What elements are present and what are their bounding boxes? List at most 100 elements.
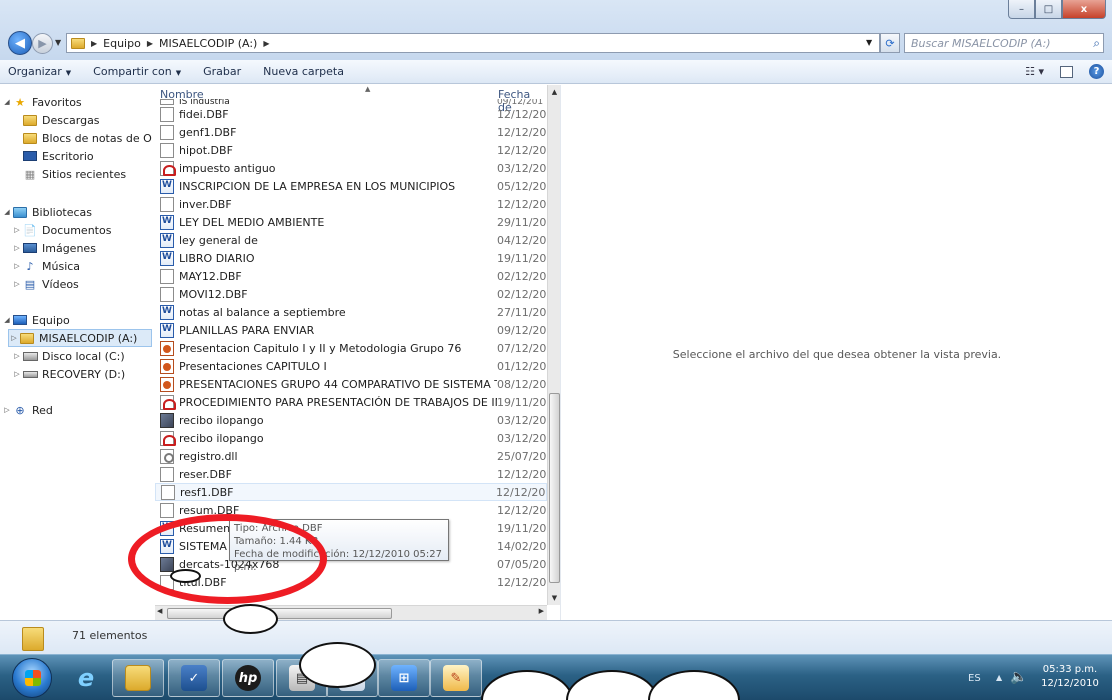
minimize-button[interactable]: –: [1008, 0, 1035, 19]
table-row[interactable]: registro.dll 25/07/200: [155, 447, 547, 465]
table-row[interactable]: Presentacion Capitulo I y II y Metodolog…: [155, 339, 547, 357]
nav-label: Sitios recientes: [42, 167, 127, 181]
search-icon[interactable]: ⌕: [1093, 36, 1100, 51]
table-row[interactable]: PLANILLAS PARA ENVIAR 09/12/201: [155, 321, 547, 339]
scroll-down-icon[interactable]: ▼: [548, 591, 560, 605]
table-row[interactable]: hipot.DBF 12/12/201: [155, 141, 547, 159]
preview-pane-icon[interactable]: [1060, 65, 1073, 78]
back-button[interactable]: ◀: [8, 31, 32, 55]
table-row[interactable]: MOVI12.DBF 02/12/201: [155, 285, 547, 303]
horizontal-scroll-thumb[interactable]: [167, 608, 392, 619]
table-row[interactable]: fidei.DBF 12/12/201: [155, 105, 547, 123]
burn-button[interactable]: Grabar: [203, 65, 241, 78]
nav-videos[interactable]: ▷ ▤ Vídeos: [12, 275, 79, 293]
volume-icon[interactable]: 🔈: [1010, 669, 1027, 685]
table-row[interactable]: ley general de 04/12/201: [155, 231, 547, 249]
table-row[interactable]: recibo ilopango 03/12/201: [155, 429, 547, 447]
table-row[interactable]: inver.DBF 12/12/201: [155, 195, 547, 213]
table-row[interactable]: INSCRIPCION DE LA EMPRESA EN LOS MUNICIP…: [155, 177, 547, 195]
table-row[interactable]: notas al balance a septiembre 27/11/201: [155, 303, 547, 321]
taskbar-paint[interactable]: ✎: [430, 659, 482, 697]
file-name: impuesto antiguo: [179, 161, 276, 175]
table-row[interactable]: PROCEDIMIENTO PARA PRESENTACIÓN DE TRABA…: [155, 393, 547, 411]
table-row[interactable]: impuesto antiguo 03/12/201: [155, 159, 547, 177]
vertical-scrollbar[interactable]: ▲ ▼: [547, 85, 560, 605]
expand-arrow-icon[interactable]: ▷: [12, 280, 22, 288]
vertical-scroll-thumb[interactable]: [549, 393, 560, 583]
nav-recent[interactable]: ▦ Sitios recientes: [22, 165, 126, 183]
breadcrumb-drive[interactable]: MISAELCODIP (A:): [159, 37, 257, 50]
show-hidden-icons-icon[interactable]: ▲: [996, 673, 1002, 682]
nav-drive-a[interactable]: ▷ MISAELCODIP (A:): [8, 329, 152, 347]
recent-places-icon: ▦: [24, 167, 36, 181]
table-row[interactable]: reser.DBF 12/12/201: [155, 465, 547, 483]
table-row[interactable]: recibo ilopango 03/12/201: [155, 411, 547, 429]
maximize-button[interactable]: □: [1035, 0, 1062, 19]
taskbar-network[interactable]: ⊞: [378, 659, 430, 697]
table-row[interactable]: resf1.DBF 12/12/201: [155, 483, 547, 501]
scroll-up-icon[interactable]: ▲: [548, 85, 560, 99]
table-row[interactable]: genf1.DBF 12/12/201: [155, 123, 547, 141]
address-bar[interactable]: ▶ Equipo ▶ MISAELCODIP (A:) ▶: [66, 33, 880, 53]
nav-desktop[interactable]: Escritorio: [22, 147, 94, 165]
nav-documents[interactable]: ▷ 📄 Documentos: [12, 221, 111, 239]
horizontal-scrollbar[interactable]: ◀ ▶: [155, 605, 547, 620]
collapse-arrow-icon[interactable]: ◢: [2, 98, 12, 106]
table-row[interactable]: Presentaciones CAPITULO I 01/12/201: [155, 357, 547, 375]
nav-music[interactable]: ▷ ♪ Música: [12, 257, 80, 275]
table-row[interactable]: PRESENTACIONES GRUPO 44 COMPARATIVO DE S…: [155, 375, 547, 393]
file-name: notas al balance a septiembre: [179, 305, 346, 319]
nav-drive-d[interactable]: ▷ RECOVERY (D:): [12, 365, 125, 383]
nav-network[interactable]: ▷ ⊕ Red: [2, 401, 53, 419]
expand-arrow-icon[interactable]: ▷: [12, 262, 22, 270]
language-indicator[interactable]: ES: [968, 673, 981, 684]
red-highlight-circle: [128, 514, 327, 604]
taskbar-explorer[interactable]: [112, 659, 164, 697]
share-menu[interactable]: Compartir con ▼: [93, 65, 181, 78]
window-controls: – □ x: [1008, 0, 1106, 19]
breadcrumb-arrow-icon[interactable]: ▶: [147, 39, 153, 48]
search-input[interactable]: Buscar MISAELCODIP (A:) ⌕: [904, 33, 1104, 53]
view-options-icon[interactable]: ☷ ▾: [1025, 65, 1044, 78]
nav-computer[interactable]: ◢ Equipo: [2, 311, 69, 329]
table-row[interactable]: LIBRO DIARIO 19/11/201: [155, 249, 547, 267]
expand-arrow-icon[interactable]: ▷: [12, 352, 22, 360]
table-row[interactable]: LEY DEL MEDIO AMBIENTE 29/11/201: [155, 213, 547, 231]
clock-time: 05:33 p.m.: [1042, 664, 1098, 675]
nav-libraries[interactable]: ◢ Bibliotecas: [2, 203, 92, 221]
expand-arrow-icon[interactable]: ▷: [12, 244, 22, 252]
scroll-right-icon[interactable]: ▶: [539, 607, 544, 615]
nav-pictures[interactable]: ▷ Imágenes: [12, 239, 96, 257]
recent-pages-dropdown[interactable]: ▼: [55, 38, 61, 47]
breadcrumb-arrow-icon[interactable]: ▶: [91, 39, 97, 48]
expand-arrow-icon[interactable]: ▷: [9, 334, 19, 342]
nav-onenote[interactable]: Blocs de notas de On: [22, 129, 152, 147]
organize-menu[interactable]: Organizar ▼: [8, 65, 71, 78]
breadcrumb-computer[interactable]: Equipo: [103, 37, 141, 50]
details-pane: 71 elementos: [0, 620, 1112, 654]
address-dropdown[interactable]: ▼: [866, 38, 872, 47]
start-button[interactable]: [12, 658, 52, 698]
taskbar-ie[interactable]: e: [60, 659, 112, 697]
collapse-arrow-icon[interactable]: ◢: [2, 316, 12, 324]
nav-downloads[interactable]: Descargas: [22, 111, 100, 129]
expand-arrow-icon[interactable]: ▷: [12, 370, 22, 378]
table-row[interactable]: IS industria 09/12/201: [155, 97, 547, 105]
help-icon[interactable]: ?: [1089, 64, 1104, 79]
close-button[interactable]: x: [1062, 0, 1106, 19]
refresh-button[interactable]: ⟳: [880, 33, 900, 53]
expand-arrow-icon[interactable]: ▷: [12, 226, 22, 234]
forward-button[interactable]: ▶: [32, 33, 53, 54]
nav-drive-c[interactable]: ▷ Disco local (C:): [12, 347, 124, 365]
table-row[interactable]: MAY12.DBF 02/12/201: [155, 267, 547, 285]
clock[interactable]: 05:33 p.m. 12/12/2010: [1032, 663, 1108, 691]
new-folder-button[interactable]: Nueva carpeta: [263, 65, 344, 78]
scroll-left-icon[interactable]: ◀: [157, 607, 162, 615]
expand-arrow-icon[interactable]: ▷: [2, 406, 12, 414]
taskbar-hp[interactable]: hp: [222, 659, 274, 697]
nav-favorites[interactable]: ◢ ★ Favoritos: [2, 93, 81, 111]
collapse-arrow-icon[interactable]: ◢: [2, 208, 12, 216]
breadcrumb-arrow-icon[interactable]: ▶: [263, 39, 269, 48]
taskbar-mail[interactable]: ✓: [168, 659, 220, 697]
img-file-icon: [160, 412, 174, 428]
